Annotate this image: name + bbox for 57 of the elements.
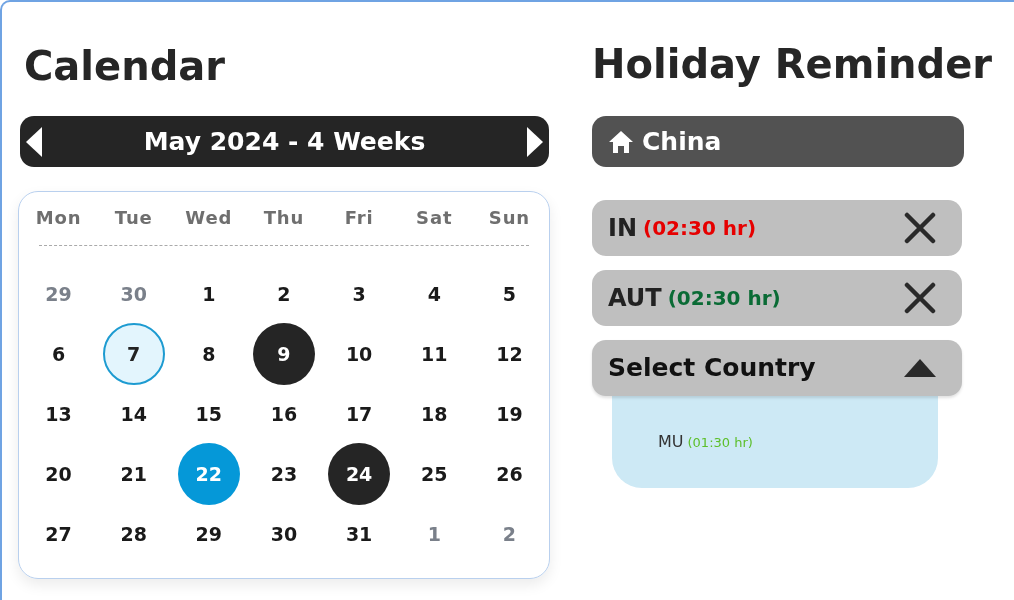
calendar-day[interactable]: 1 — [403, 503, 466, 565]
weekday-label: Mon — [35, 206, 82, 230]
next-icon[interactable] — [527, 126, 543, 157]
country-code: IN — [608, 213, 637, 244]
calendar-day[interactable]: 30 — [253, 503, 315, 565]
weekday-label: Tue — [114, 206, 153, 230]
calendar-day[interactable]: 29 — [27, 263, 90, 325]
time-offset: (02:30 hr) — [667, 285, 781, 312]
calendar-day[interactable]: 9 — [253, 323, 315, 385]
weekday-label: Sat — [416, 206, 453, 230]
calendar-day[interactable]: 17 — [328, 383, 391, 445]
country-option[interactable]: MU (01:30 hr) — [658, 430, 753, 454]
calendar-day[interactable]: 5 — [478, 263, 541, 325]
calendar-day[interactable]: 25 — [403, 443, 466, 505]
calendar-day[interactable]: 21 — [102, 443, 165, 505]
calendar-day[interactable]: 10 — [328, 323, 391, 385]
calendar-day[interactable]: 23 — [253, 443, 315, 505]
time-offset: (02:30 hr) — [643, 215, 757, 242]
weekday-label: Fri — [344, 206, 374, 230]
calendar-day[interactable]: 12 — [478, 323, 541, 385]
calendar-day[interactable]: 20 — [27, 443, 90, 505]
calendar-day[interactable]: 28 — [102, 503, 165, 565]
calendar-day[interactable]: 15 — [177, 383, 240, 445]
calendar-day[interactable]: 19 — [478, 383, 541, 445]
calendar-day[interactable]: 18 — [403, 383, 466, 445]
month-label: May 2024 - 4 Weeks — [143, 125, 426, 158]
home-country-bar[interactable]: China — [592, 116, 964, 167]
calendar-day[interactable]: 26 — [478, 443, 541, 505]
calendar-day[interactable]: 29 — [177, 503, 240, 565]
calendar-day[interactable]: 8 — [177, 323, 240, 385]
home-country-label: China — [642, 125, 722, 158]
home-icon — [608, 129, 634, 154]
calendar-day[interactable]: 30 — [102, 263, 165, 325]
calendar-day[interactable]: 14 — [102, 383, 165, 445]
calendar-day[interactable]: 4 — [403, 263, 466, 325]
close-icon[interactable] — [904, 282, 936, 314]
close-icon[interactable] — [904, 212, 936, 244]
calendar-day[interactable]: 11 — [403, 323, 466, 385]
weekday-label: Wed — [185, 206, 233, 230]
calendar-day[interactable]: 2 — [478, 503, 541, 565]
calendar-day[interactable]: 13 — [27, 383, 90, 445]
country-code: AUT — [608, 283, 662, 314]
calendar-day[interactable]: 1 — [177, 263, 240, 325]
calendar-day[interactable]: 2 — [253, 263, 315, 325]
calendar-day[interactable]: 6 — [27, 323, 90, 385]
weekday-label: Sun — [488, 206, 531, 230]
weekday-label: Thu — [263, 206, 305, 230]
calendar-day[interactable]: 3 — [328, 263, 391, 325]
calendar-day[interactable]: 27 — [27, 503, 90, 565]
calendar-day[interactable]: 31 — [328, 503, 391, 565]
calendar-day[interactable]: 7 — [102, 323, 165, 385]
country-select[interactable]: Select Country — [592, 340, 962, 396]
previous-icon[interactable] — [26, 126, 42, 157]
reminder-title: Holiday Reminder — [592, 40, 993, 89]
calendar-title: Calendar — [24, 42, 225, 91]
calendar-day[interactable]: 24 — [328, 443, 391, 505]
calendar-day[interactable]: 16 — [253, 383, 315, 445]
